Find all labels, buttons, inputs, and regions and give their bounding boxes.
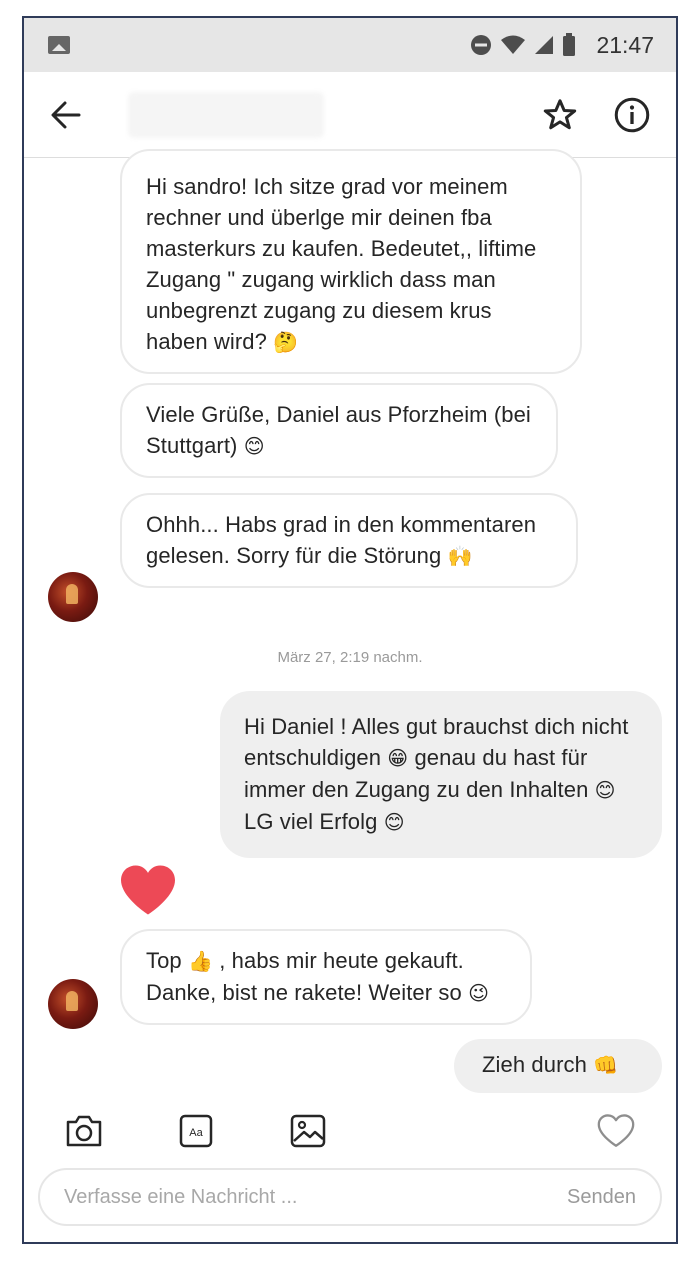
smiling-face-emoji: 😊 bbox=[243, 434, 265, 458]
message-input[interactable] bbox=[64, 1185, 568, 1209]
status-bar: 21:47 bbox=[24, 18, 676, 72]
message-bubble-outgoing[interactable]: Zieh durch 👊 bbox=[454, 1039, 662, 1093]
gallery-button[interactable] bbox=[286, 1109, 330, 1153]
smiling-face-emoji: 😊 bbox=[594, 778, 616, 802]
thumbs-up-emoji: 👍 bbox=[188, 949, 214, 973]
contact-avatar[interactable] bbox=[48, 572, 98, 622]
message-composer: Senden bbox=[38, 1168, 662, 1226]
heart-reaction-icon bbox=[121, 865, 175, 915]
battery-icon bbox=[563, 33, 576, 56]
like-button[interactable] bbox=[594, 1109, 638, 1153]
contact-name-redacted bbox=[128, 91, 324, 138]
composer-toolbar: Aa bbox=[24, 1100, 676, 1162]
status-time: 21:47 bbox=[596, 31, 654, 58]
wifi-icon bbox=[501, 35, 526, 54]
gallery-notification-icon bbox=[48, 36, 70, 54]
message-text: Zieh durch bbox=[482, 1052, 587, 1077]
star-icon bbox=[543, 98, 577, 129]
info-icon bbox=[614, 97, 650, 132]
message-timestamp: März 27, 2:19 nachm. bbox=[277, 649, 423, 666]
message-bubble-outgoing[interactable]: Hi Daniel ! Alles gut brauchst dich nich… bbox=[220, 691, 662, 858]
message-text: Viele Grüße, Daniel aus Pforzheim (bei S… bbox=[146, 402, 531, 458]
send-button[interactable]: Senden bbox=[567, 1186, 636, 1209]
heart-outline-icon bbox=[597, 1114, 635, 1147]
winking-face-emoji: 😉 bbox=[468, 981, 490, 1005]
camera-button[interactable] bbox=[62, 1109, 106, 1153]
gallery-image-icon bbox=[290, 1114, 326, 1148]
fist-bump-emoji: 👊 bbox=[593, 1053, 619, 1077]
smiling-face-emoji: 😊 bbox=[383, 810, 405, 834]
message-bubble-incoming[interactable]: Top 👍 , habs mir heute gekauft. Danke, b… bbox=[120, 929, 532, 1025]
message-bubble-incoming[interactable]: Hi sandro! Ich sitze grad vor meinem rec… bbox=[120, 149, 582, 374]
raised-hands-emoji: 🙌 bbox=[447, 544, 473, 568]
back-arrow-icon bbox=[51, 101, 81, 128]
message-text: LG viel Erfolg bbox=[244, 809, 378, 834]
dnd-icon bbox=[471, 35, 492, 55]
message-text: Top bbox=[146, 948, 182, 973]
contact-avatar[interactable] bbox=[48, 979, 98, 1029]
info-button[interactable] bbox=[608, 91, 656, 139]
message-bubble-incoming[interactable]: Viele Grüße, Daniel aus Pforzheim (bei S… bbox=[120, 383, 558, 478]
phone-screen: 21:47 Hi sandro! Ich sitze grad vor mein… bbox=[22, 16, 678, 1244]
back-button[interactable] bbox=[44, 93, 88, 137]
chat-header bbox=[24, 72, 676, 158]
text-style-icon: Aa bbox=[179, 1114, 213, 1148]
text-style-label: Aa bbox=[189, 1127, 203, 1139]
message-thread[interactable]: Hi sandro! Ich sitze grad vor meinem rec… bbox=[24, 149, 676, 1099]
camera-icon bbox=[66, 1115, 102, 1147]
message-text: Ohhh... Habs grad in den kommentaren gel… bbox=[146, 512, 537, 568]
grinning-face-emoji: 😁 bbox=[387, 746, 409, 770]
message-text: Hi sandro! Ich sitze grad vor meinem rec… bbox=[146, 174, 537, 354]
message-bubble-incoming[interactable]: Ohhh... Habs grad in den kommentaren gel… bbox=[120, 493, 578, 588]
signal-icon bbox=[535, 36, 554, 54]
favorite-button[interactable] bbox=[536, 91, 584, 139]
thinking-face-emoji: 🤔 bbox=[273, 330, 299, 354]
text-style-button[interactable]: Aa bbox=[174, 1109, 218, 1153]
